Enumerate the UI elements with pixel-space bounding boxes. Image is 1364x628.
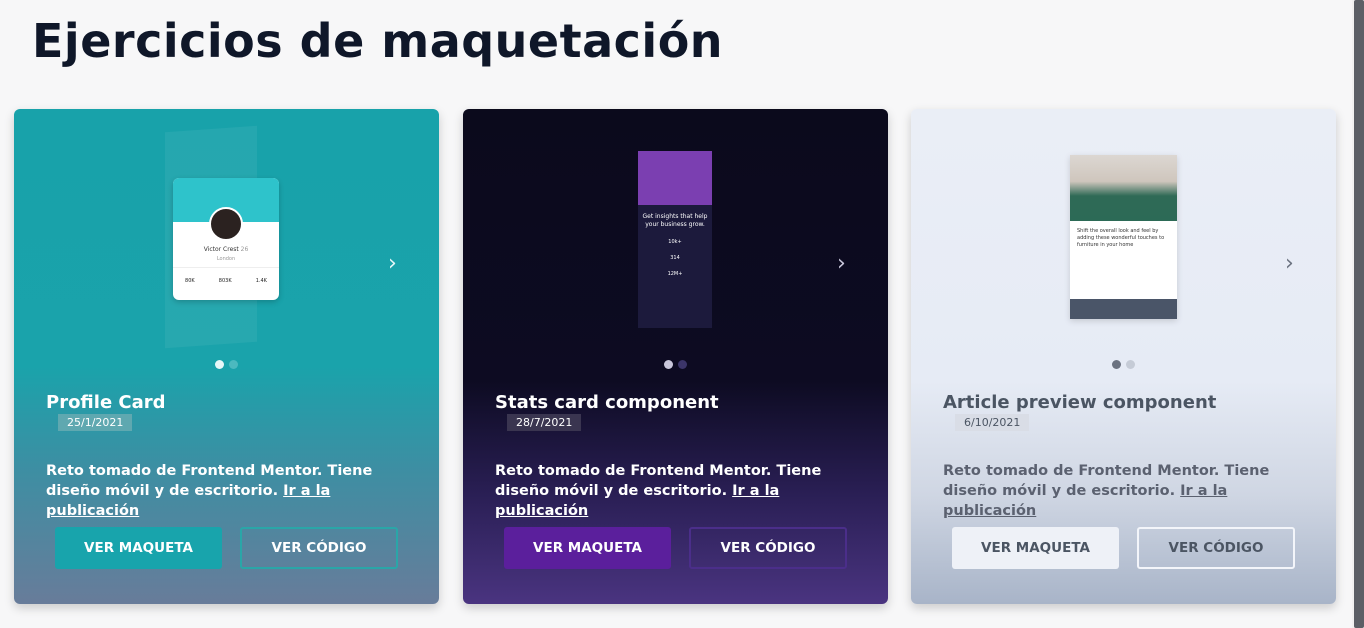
carousel-dot[interactable] [1112,360,1121,369]
page-title: Ejercicios de maquetación [32,14,724,68]
chevron-right-icon[interactable]: › [837,253,846,275]
carousel-dot[interactable] [215,360,224,369]
project-card-profile: Victor Crest 26 London 80K 803K 1.4K › Pro… [14,109,439,604]
carousel-dot[interactable] [229,360,238,369]
project-card-stats: Get insights that help your business gro… [463,109,888,604]
mock-name: Victor Crest 26 [203,246,249,253]
card-title: Stats card component [495,392,719,413]
page: Ejercicios de maquetación Victor Crest 2… [0,0,1364,628]
card-date: 6/10/2021 [955,414,1030,431]
avatar [209,207,243,241]
chevron-right-icon[interactable]: › [388,253,397,275]
share-bar [1070,299,1177,319]
carousel-dot[interactable] [678,360,687,369]
view-code-button[interactable]: VER CÓDIGO [1137,527,1295,569]
article-card-mockup: Shift the overall look and feel by addin… [1070,155,1177,319]
scrollbar[interactable] [1352,0,1364,628]
view-code-button[interactable]: VER CÓDIGO [689,527,847,569]
view-mockup-button[interactable]: VER MAQUETA [504,527,671,569]
view-mockup-button[interactable]: VER MAQUETA [952,527,1119,569]
card-date: 28/7/2021 [507,414,582,431]
carousel-dot[interactable] [664,360,673,369]
carousel-dots [14,360,439,369]
scrollbar-thumb[interactable] [1354,0,1364,628]
view-code-button[interactable]: VER CÓDIGO [240,527,398,569]
view-mockup-button[interactable]: VER MAQUETA [55,527,222,569]
project-card-article: Shift the overall look and feel by addin… [911,109,1336,604]
card-date: 25/1/2021 [58,414,133,431]
chevron-right-icon[interactable]: › [1285,253,1294,275]
card-title: Profile Card [46,392,166,413]
mock-city: London [216,256,236,262]
card-description: Reto tomado de Frontend Mentor. Tiene di… [46,463,373,519]
mock-stats: 80K 803K 1.4K [185,278,267,284]
card-description: Reto tomado de Frontend Mentor. Tiene di… [943,463,1270,519]
carousel-dots [911,360,1336,369]
stats-card-mockup: Get insights that help your business gro… [638,151,712,328]
carousel-dots [463,360,888,369]
card-description: Reto tomado de Frontend Mentor. Tiene di… [495,463,822,519]
profile-card-mockup: Victor Crest 26 London 80K 803K 1.4K [173,178,279,300]
carousel-dot[interactable] [1126,360,1135,369]
card-title: Article preview component [943,392,1217,413]
